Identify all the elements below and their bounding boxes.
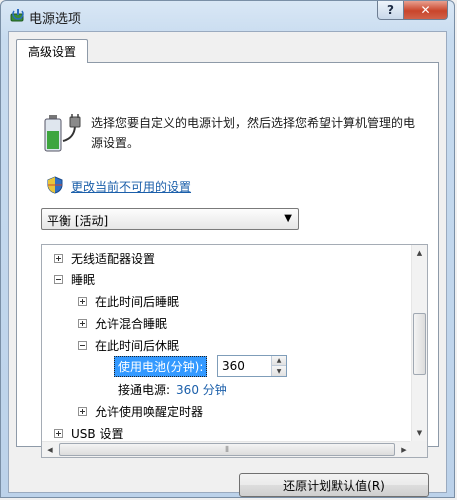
battery-setting-row: 使用电池(分钟): <box>114 355 208 377</box>
title-bar[interactable]: 电源选项 ? ✕ <box>1 1 454 31</box>
instruction-text: 选择您要自定义的电源计划，然后选择您希望计算机管理的电源设置。 <box>91 116 416 150</box>
spin-up-icon[interactable]: ▲ <box>272 356 286 366</box>
tab-panel: 选择您要自定义的电源计划，然后选择您希望计算机管理的电源设置。 更改当前不可用的… <box>16 62 439 497</box>
horizontal-scroll-thumb[interactable]: ⦀ <box>59 443 395 456</box>
battery-minutes-spinner[interactable]: 360 ▲ ▼ <box>217 355 287 377</box>
tree-item-label: 在此时间后休眠 <box>95 338 180 353</box>
power-plan-value: 平衡 [活动] <box>47 214 109 228</box>
window-title: 电源选项 <box>29 12 82 27</box>
battery-icon <box>44 114 81 152</box>
expand-icon[interactable] <box>78 318 87 328</box>
help-button[interactable]: ? <box>377 1 404 20</box>
battery-setting-label[interactable]: 使用电池(分钟): <box>114 355 208 377</box>
horizontal-scrollbar[interactable]: ◀ ⦀ ▶ <box>42 441 412 457</box>
ac-setting-value[interactable]: 360 分钟 <box>176 381 227 398</box>
ac-setting-label: 接通电源: <box>118 382 171 397</box>
expand-icon[interactable] <box>54 253 63 263</box>
scroll-up-icon[interactable]: ▲ <box>412 245 427 261</box>
restore-plan-defaults-button[interactable]: 还原计划默认值(R) <box>239 473 429 497</box>
tree-item-hybrid-sleep[interactable]: 允许混合睡眠 <box>78 313 167 333</box>
settings-tree[interactable]: 无线适配器设置 睡眠 在此时间后睡眠 允许混合睡眠 在此时间后休眠 使用电池(分… <box>41 244 428 458</box>
vertical-scroll-thumb[interactable] <box>413 313 426 375</box>
tree-item-label: 睡眠 <box>71 272 96 287</box>
power-options-icon <box>10 9 24 22</box>
tab-advanced-settings[interactable]: 高级设置 <box>16 39 88 63</box>
tree-item-label: 在此时间后睡眠 <box>95 294 180 309</box>
close-button[interactable]: ✕ <box>404 1 448 20</box>
power-options-window: 电源选项 ? ✕ 高级设置 选择您要自定义的电源计划，然后选择您希望计算机管理的… <box>0 0 455 498</box>
scroll-down-icon[interactable]: ▼ <box>412 425 427 441</box>
dialog-client-area: 高级设置 选择您要自定义的电源计划，然后选择您希望计算机管理的电源设置。 更改当… <box>8 31 447 497</box>
tree-item-label: USB 设置 <box>71 426 124 441</box>
tree-item-sleep-after[interactable]: 在此时间后睡眠 <box>78 291 179 311</box>
tree-item-hibernate-after[interactable]: 在此时间后休眠 <box>78 335 179 355</box>
tree-item-label: 无线适配器设置 <box>71 251 156 266</box>
collapse-icon[interactable] <box>78 340 87 350</box>
expand-icon[interactable] <box>54 428 63 438</box>
expand-icon[interactable] <box>78 296 87 306</box>
tree-item-sleep[interactable]: 睡眠 <box>54 269 95 289</box>
scrollbar-corner <box>410 441 427 457</box>
ac-setting-row[interactable]: 接通电源: 360 分钟 <box>118 379 227 399</box>
vertical-scrollbar[interactable]: ▲ ▼ <box>411 245 427 441</box>
spin-down-icon[interactable]: ▼ <box>272 366 286 376</box>
collapse-icon[interactable] <box>54 274 63 284</box>
scroll-left-icon[interactable]: ◀ <box>42 442 58 457</box>
change-unavailable-settings-link[interactable]: 更改当前不可用的设置 <box>71 178 191 195</box>
tree-item-usb-settings[interactable]: USB 设置 <box>54 423 123 443</box>
expand-icon[interactable] <box>78 406 87 416</box>
chevron-down-icon: ▼ <box>284 213 292 224</box>
tree-item-wake-timers[interactable]: 允许使用唤醒定时器 <box>78 401 203 421</box>
tree-item-wireless-adapter[interactable]: 无线适配器设置 <box>54 248 155 268</box>
battery-minutes-value[interactable]: 360 <box>222 359 245 373</box>
power-plan-dropdown[interactable]: 平衡 [活动] ▼ <box>41 208 299 230</box>
tree-item-label: 允许使用唤醒定时器 <box>95 404 204 419</box>
shield-icon <box>47 176 63 194</box>
tree-item-label: 允许混合睡眠 <box>95 316 168 331</box>
